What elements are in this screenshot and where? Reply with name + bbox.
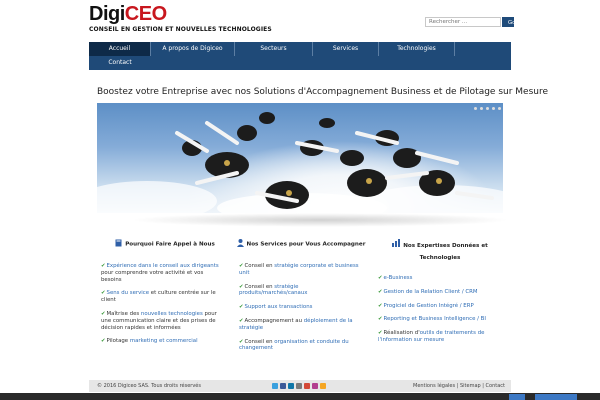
banner-shadow [130, 213, 510, 227]
google-plus-icon[interactable] [304, 383, 310, 389]
user-icon [236, 239, 244, 249]
list-item: ✔Expérience dans le conseil aux dirigean… [101, 263, 219, 283]
logo[interactable]: DigiCEO [89, 4, 167, 24]
column-title-services: Nos Services pour Vous Accompagner [236, 239, 366, 249]
cookie-more-button[interactable] [535, 394, 577, 400]
list-item: ✔Accompagnement au déploiement de la str… [239, 317, 353, 331]
footer-links[interactable]: Mentions légales | Sitemap | Contact [413, 383, 505, 389]
list-item: ✔Gestion de la Relation Client / CRM [378, 288, 478, 295]
email-icon[interactable] [296, 383, 302, 389]
nav-item-accueil[interactable]: Accueil [89, 42, 151, 56]
nav-item-a-propos[interactable]: A propos de Digiceo [151, 42, 235, 56]
pinterest-icon[interactable] [312, 383, 318, 389]
book-icon [115, 239, 122, 249]
search-input[interactable] [425, 17, 501, 27]
check-icon: ✔ [378, 275, 383, 281]
tagline: CONSEIL EN GESTION ET NOUVELLES TECHNOLO… [89, 26, 272, 33]
list-item: ✔Reporting et Business Intelligence / BI [378, 316, 486, 323]
list-item: ✔Sens du service et culture centrée sur … [101, 290, 216, 304]
cookie-bar [0, 393, 600, 400]
list-item: ✔Conseil en stratégie corporate et busin… [239, 263, 359, 276]
column-title-expertises: Nos Expertises Données et Technologies [390, 239, 490, 264]
list-expertises: ✔e-Business ✔Gestion de la Relation Clie… [378, 275, 508, 351]
list-item: ✔Maîtrise des nouvelles technologies pou… [101, 310, 217, 331]
list-item: ✔e-Business [378, 275, 413, 281]
nav-item-contact[interactable]: Contact [89, 56, 151, 70]
linkedin-icon[interactable] [288, 383, 294, 389]
slider-dots[interactable] [474, 107, 501, 110]
hero-title: Boostez votre Entreprise avec nos Soluti… [97, 87, 549, 97]
check-icon: ✔ [239, 263, 244, 269]
list-item: ✔Conseil en stratégie produits/marchés/c… [239, 283, 308, 297]
list-item: ✔Pilotage marketing et commercial [101, 338, 198, 345]
cookie-accept-button[interactable] [509, 394, 525, 400]
logo-ceo: CEO [124, 3, 167, 25]
nav-item-services[interactable]: Services [313, 42, 379, 56]
list-services: ✔Conseil en stratégie corporate et busin… [239, 263, 363, 359]
twitter-icon[interactable] [272, 383, 278, 389]
check-icon: ✔ [239, 317, 244, 324]
logo-digi: Digi [89, 3, 125, 25]
check-icon: ✔ [239, 283, 244, 290]
copyright: © 2016 Digiceo SAS. Tous droits réservés [97, 383, 201, 389]
nav-item-secteurs[interactable]: Secteurs [235, 42, 313, 56]
hero-banner-image [97, 103, 503, 213]
check-icon: ✔ [378, 330, 383, 337]
check-icon: ✔ [378, 316, 383, 323]
check-icon: ✔ [101, 310, 106, 317]
skydivers-illustration [175, 112, 494, 209]
check-icon: ✔ [239, 338, 244, 345]
list-item: ✔Support aux transactions [239, 304, 313, 311]
check-icon: ✔ [378, 288, 383, 295]
search-button[interactable]: Go [502, 17, 515, 27]
check-icon: ✔ [101, 263, 106, 269]
list-item: ✔Réalisation d'outils de traitements de … [378, 330, 485, 343]
list-pourquoi: ✔Expérience dans le conseil aux dirigean… [101, 263, 225, 352]
main-nav: Accueil A propos de Digiceo Secteurs Ser… [89, 42, 511, 70]
list-item: ✔Conseil en organisation et conduite du … [239, 338, 349, 352]
bar-chart-icon [392, 239, 401, 252]
rss-icon[interactable] [320, 383, 326, 389]
check-icon: ✔ [378, 302, 383, 309]
nav-item-technologies[interactable]: Technologies [379, 42, 455, 56]
social-icons [272, 383, 326, 389]
check-icon: ✔ [239, 304, 244, 311]
check-icon: ✔ [101, 338, 106, 345]
list-item: ✔Progiciel de Gestion Intégré / ERP [378, 302, 474, 309]
facebook-icon[interactable] [280, 383, 286, 389]
check-icon: ✔ [101, 290, 106, 297]
column-title-pourquoi: Pourquoi Faire Appel à Nous [110, 239, 220, 249]
